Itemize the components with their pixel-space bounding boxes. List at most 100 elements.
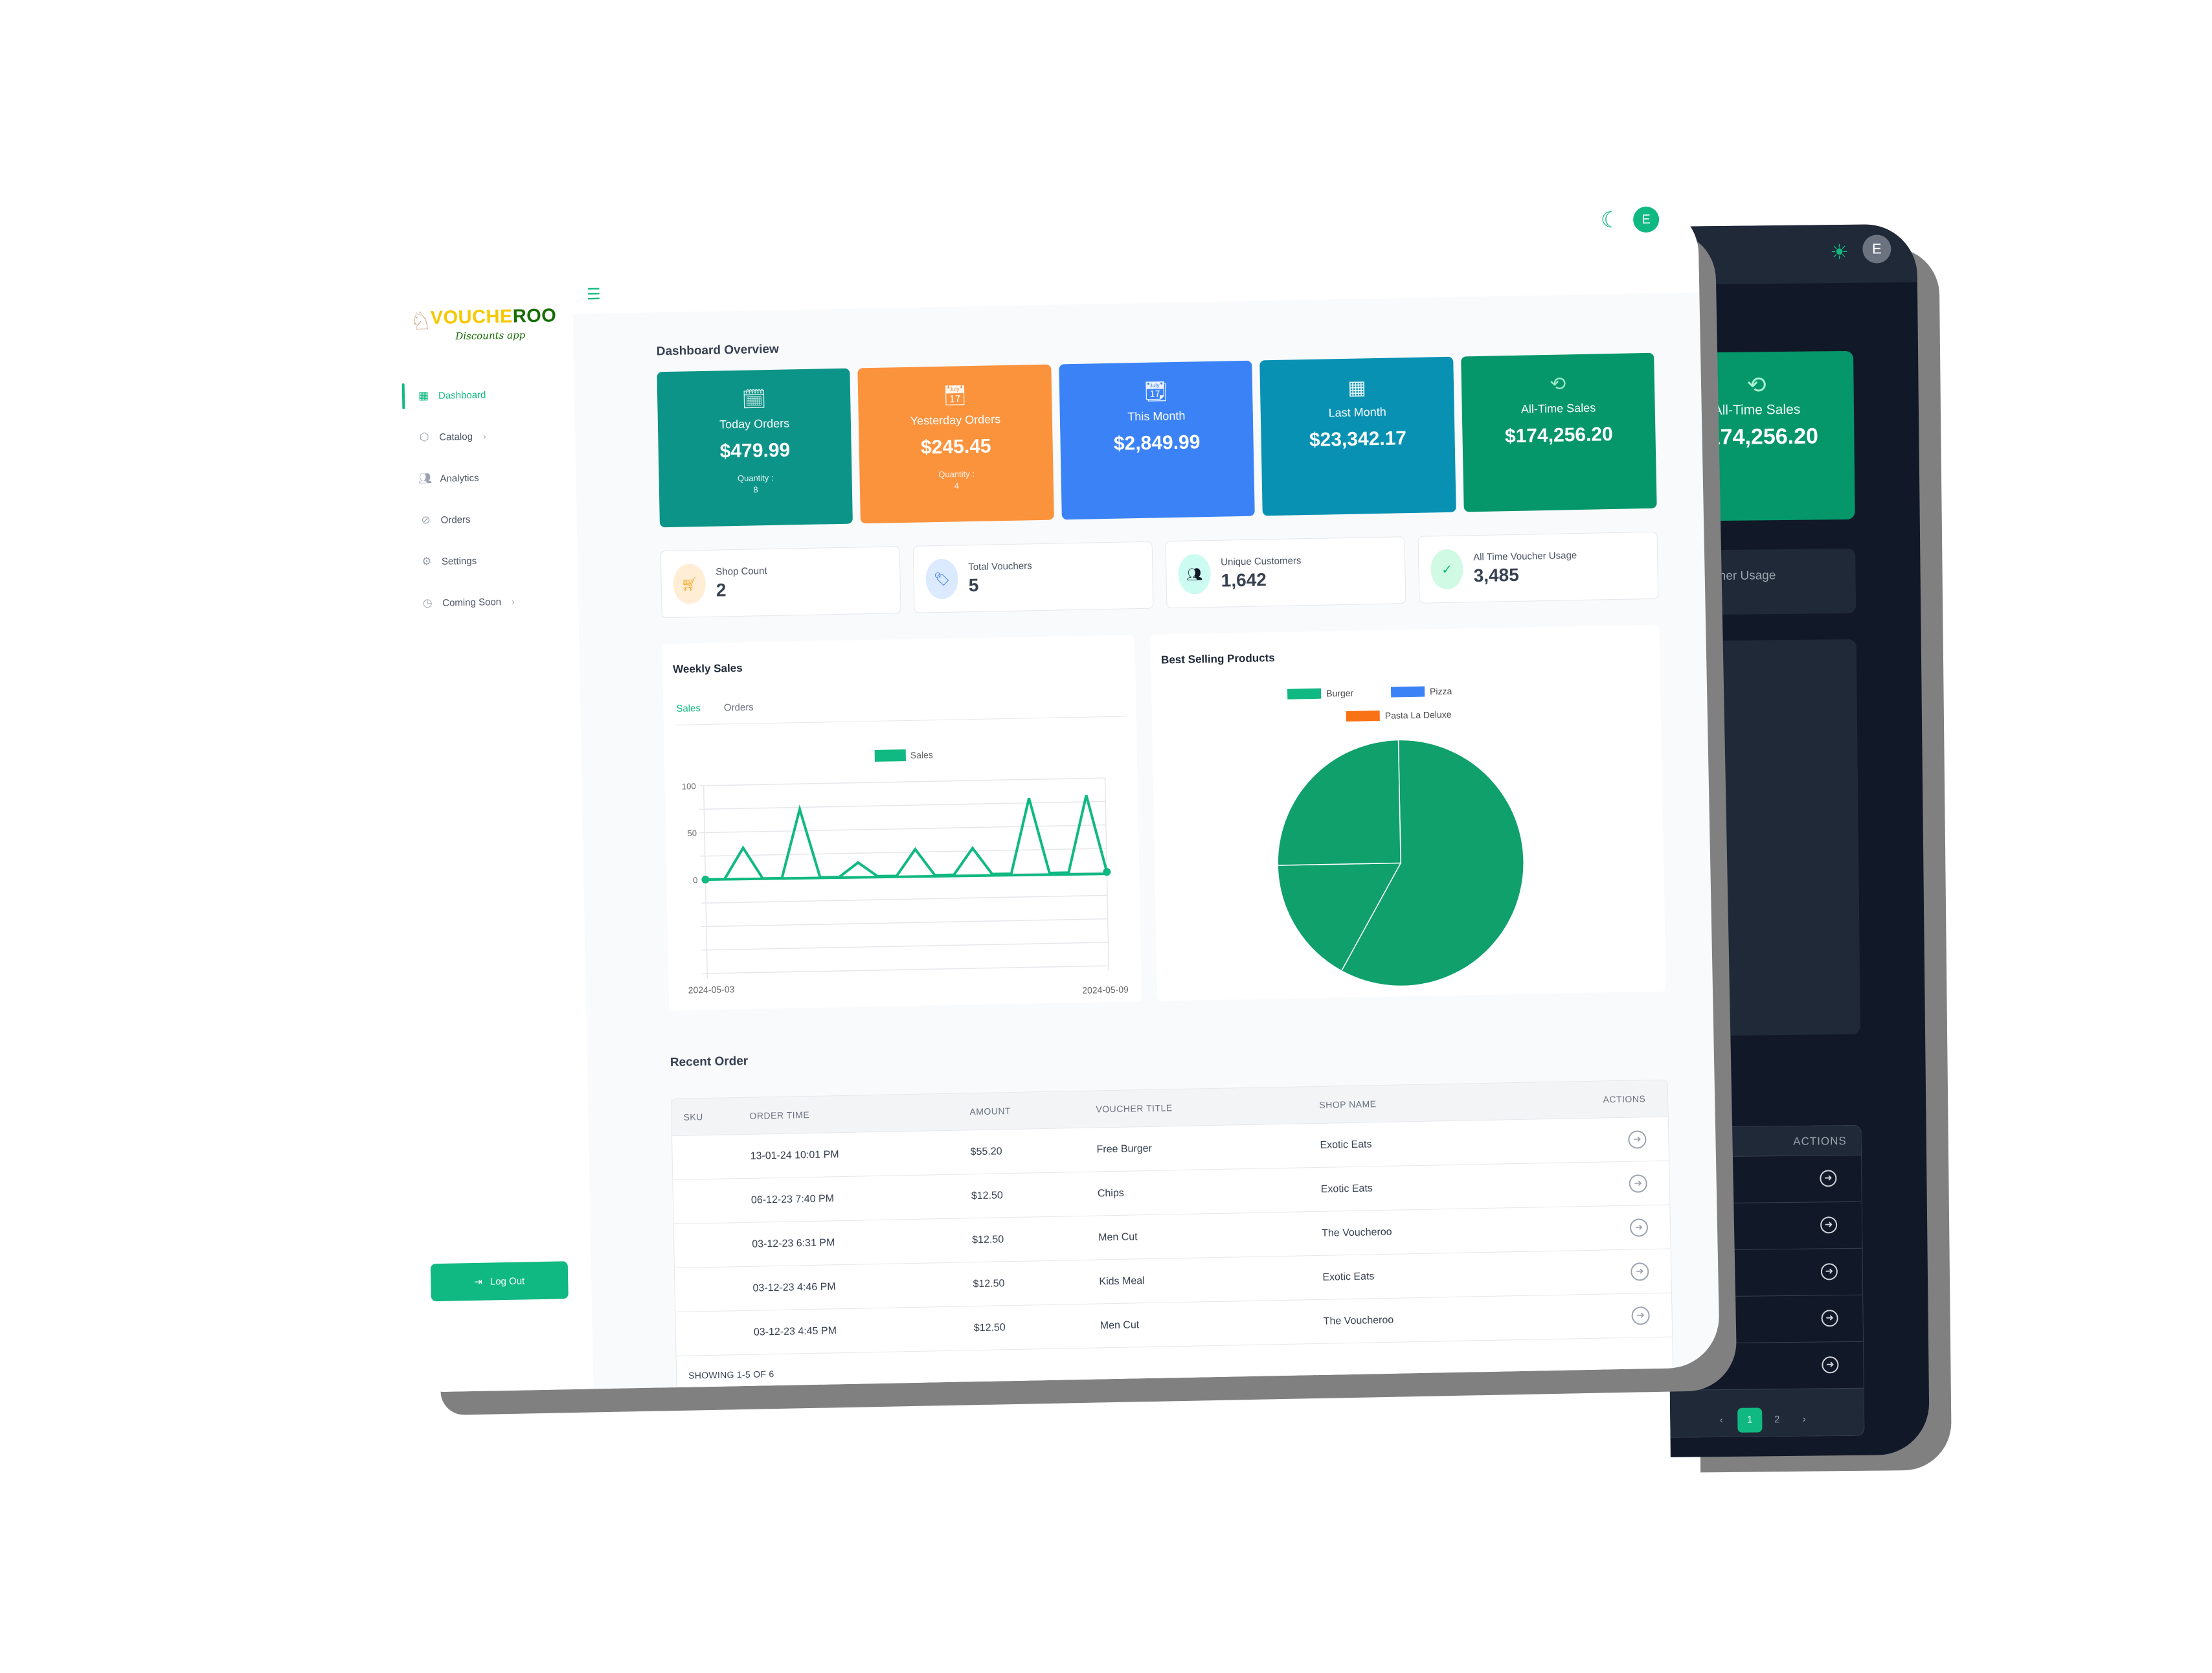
- arrow-right-circle-icon[interactable]: ➜: [1822, 1356, 1839, 1374]
- legend-label: Pizza: [1430, 686, 1452, 697]
- legend-label-sales: Sales: [910, 749, 933, 760]
- shop-name-cell: The Voucheroo: [1323, 1314, 1394, 1327]
- arrow-right-circle-icon[interactable]: ➜: [1631, 1262, 1649, 1281]
- compass-icon: ⊘: [421, 514, 431, 527]
- tab-orders[interactable]: Orders: [721, 701, 756, 723]
- stat-value: $2,849.99: [1113, 431, 1201, 455]
- dark-pagination-page[interactable]: 2: [1765, 1407, 1789, 1432]
- voucher-title-cell: Kids Meal: [1099, 1275, 1145, 1287]
- x-tick-label: 2024-05-09: [1082, 984, 1129, 996]
- logo[interactable]: ♘ VOUCHEROO Discounts app: [409, 301, 565, 350]
- arrow-right-circle-icon[interactable]: ➜: [1820, 1170, 1837, 1187]
- sun-icon[interactable]: ☀: [1826, 239, 1852, 265]
- dark-pagination-page[interactable]: 1: [1737, 1407, 1763, 1433]
- weekly-sales-tabs: Sales Orders: [673, 694, 1126, 725]
- dark-avatar[interactable]: E: [1862, 234, 1891, 264]
- stat-label: All-Time Sales: [1520, 401, 1596, 416]
- column-amount[interactable]: AMOUNT: [969, 1104, 1096, 1117]
- charts-row: Weekly Sales Sales Orders Sales 100 50 0 202…: [662, 624, 1667, 1011]
- sidebar-item-orders[interactable]: ⊘ Orders: [401, 497, 577, 541]
- gridline: [699, 801, 1106, 810]
- arrow-right-circle-icon[interactable]: ➜: [1631, 1306, 1650, 1325]
- kangaroo-logo-icon: ♘: [409, 307, 433, 336]
- stat-label: Yesterday Orders: [910, 413, 1001, 427]
- dark-pagination-next[interactable]: ›: [1792, 1407, 1816, 1432]
- sku-cell: [675, 1288, 753, 1290]
- sku-cell: [676, 1332, 754, 1334]
- sidebar: ♘ VOUCHEROO Discounts app ▦ Dashboard ⬡ …: [396, 223, 594, 1393]
- stat-card-last-month: ▦ Last Month $23,342.17: [1259, 356, 1456, 516]
- logout-label: Log Out: [490, 1275, 525, 1288]
- sidebar-item-label: Analytics: [440, 472, 479, 484]
- page-title: Dashboard Overview: [656, 342, 779, 359]
- amount-cell: $12.50: [971, 1189, 1003, 1201]
- tab-sales[interactable]: Sales: [673, 703, 703, 725]
- legend-swatch-sales: [874, 749, 906, 762]
- sales-data-point: [701, 876, 710, 884]
- quantity-value: 4: [954, 481, 960, 491]
- summary-card-total-vouchers: 🏷︎ Total Vouchers 5: [912, 541, 1154, 613]
- column-shop-name[interactable]: SHOP NAME: [1319, 1095, 1590, 1110]
- sidebar-item-label: Catalog: [439, 431, 473, 443]
- order-time-cell: 03-12-23 4:46 PM: [752, 1280, 836, 1294]
- sidebar-item-label: Coming Soon: [442, 596, 502, 609]
- clock-icon: ◷: [422, 597, 433, 609]
- summary-label: Total Vouchers: [968, 560, 1032, 573]
- brand-part-1: VOUCHE: [430, 306, 514, 329]
- calendar-31-icon: 📆︎: [1143, 381, 1169, 403]
- summary-cards: 🛒︎ Shop Count 2 🏷︎ Total Vouchers 5 👥︎ Uni…: [660, 531, 1659, 619]
- calendar-clock-icon: 🗓︎: [741, 389, 767, 411]
- arrow-right-circle-icon[interactable]: ➜: [1820, 1263, 1838, 1280]
- shop-name-cell: Exotic Eats: [1322, 1270, 1375, 1283]
- legend-label: Pasta La Deluxe: [1385, 709, 1452, 721]
- actions-cell: ➜: [1590, 1130, 1669, 1149]
- arrow-right-circle-icon[interactable]: ➜: [1821, 1310, 1838, 1327]
- stat-label: Today Orders: [719, 416, 790, 431]
- arrow-right-circle-icon[interactable]: ➜: [1628, 1130, 1647, 1149]
- arrow-right-circle-icon[interactable]: ➜: [1629, 1174, 1647, 1193]
- sidebar-item-coming-soon[interactable]: ◷ Coming Soon ›: [403, 580, 579, 624]
- stat-label: Last Month: [1328, 405, 1386, 420]
- users-icon: 👥︎: [418, 472, 433, 485]
- stat-value: $245.45: [920, 435, 991, 459]
- column-sku[interactable]: SKU: [672, 1111, 749, 1122]
- sidebar-item-settings[interactable]: ⚙ Settings: [402, 538, 578, 583]
- legend-swatch: [1346, 710, 1380, 722]
- weekly-sales-line-chart: Sales 100 50 0 2024-05-03 2024-05-09: [682, 749, 1129, 996]
- calendar-grid-icon: ▦: [1347, 377, 1366, 399]
- column-order-time[interactable]: ORDER TIME: [749, 1106, 969, 1121]
- x-tick-label: 2024-05-03: [688, 984, 735, 995]
- y-tick-label: 0: [693, 875, 698, 885]
- topbar: ☰ ☾ E: [570, 201, 1700, 314]
- sidebar-item-dashboard[interactable]: ▦ Dashboard: [399, 372, 574, 417]
- shop-name-cell: Exotic Eats: [1320, 1138, 1372, 1151]
- recent-orders-table: SKU ORDER TIME AMOUNT VOUCHER TITLE SHOP…: [670, 1079, 1675, 1393]
- column-voucher-title[interactable]: VOUCHER TITLE: [1096, 1100, 1319, 1114]
- voucher-title-cell: Men Cut: [1100, 1319, 1140, 1331]
- sku-cell: [673, 1200, 751, 1201]
- brand-tagline: Discounts app: [455, 329, 526, 343]
- avatar[interactable]: E: [1632, 206, 1660, 233]
- sidebar-item-label: Settings: [441, 555, 477, 567]
- order-time-cell: 13-01-24 10:01 PM: [750, 1148, 839, 1162]
- hamburger-icon[interactable]: ☰: [587, 285, 601, 304]
- brand-part-2: ROO: [512, 305, 557, 327]
- sidebar-item-catalog[interactable]: ⬡ Catalog ›: [400, 414, 576, 459]
- summary-label: All Time Voucher Usage: [1473, 549, 1577, 563]
- legend-swatch: [1390, 686, 1425, 698]
- recent-orders-title: Recent Order: [670, 1054, 749, 1070]
- pie-slice-pasta-la-deluxe: [1277, 739, 1401, 866]
- legend-label: Burger: [1326, 688, 1354, 699]
- sku-cell: [674, 1244, 752, 1246]
- voucher-title-cell: Free Burger: [1096, 1143, 1153, 1155]
- gridline: [701, 918, 1108, 928]
- logout-button[interactable]: ⇥ Log Out: [430, 1261, 569, 1302]
- stat-quantity: Quantity : 4: [860, 467, 1054, 494]
- quantity-value: 8: [753, 484, 758, 495]
- arrow-right-circle-icon[interactable]: ➜: [1820, 1216, 1838, 1234]
- main-content: Dashboard Overview 🗓︎ Today Orders $479.…: [657, 326, 1675, 1393]
- weekly-sales-title: Weekly Sales: [673, 661, 743, 676]
- arrow-right-circle-icon[interactable]: ➜: [1629, 1218, 1649, 1237]
- sidebar-item-analytics[interactable]: 👥︎ Analytics: [401, 455, 576, 500]
- moon-icon[interactable]: ☾: [1600, 207, 1620, 234]
